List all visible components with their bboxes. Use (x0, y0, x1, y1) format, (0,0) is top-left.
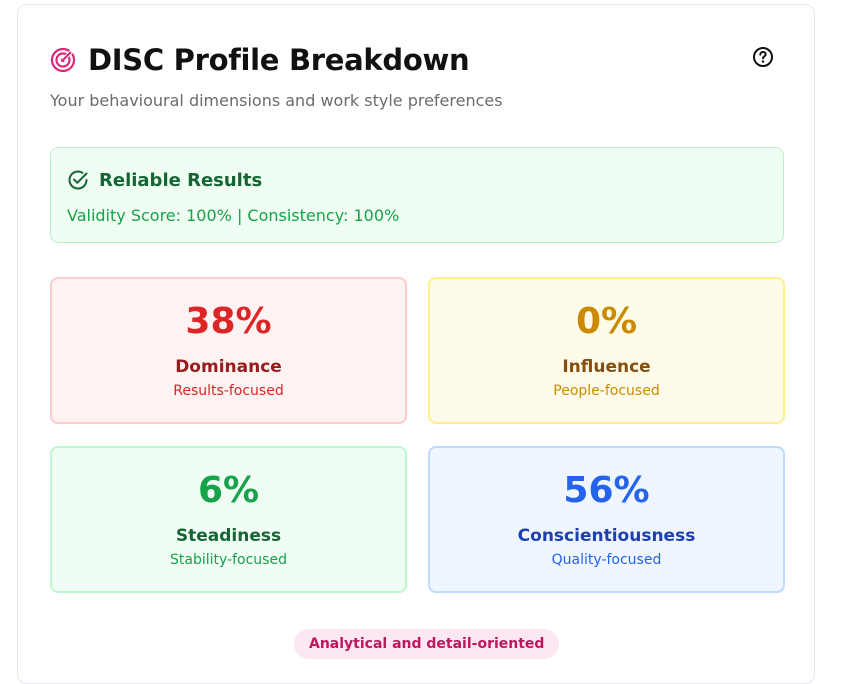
metric-label: Dominance (175, 357, 282, 377)
metric-value: 0% (575, 301, 638, 342)
metric-card-influence: 0% Influence People-focused (428, 277, 785, 424)
metric-card-conscientiousness: 56% Conscientiousness Quality-focused (428, 446, 785, 593)
metric-description: Results-focused (173, 383, 284, 399)
reliability-detail: Validity Score: 100% | Consistency: 100% (67, 206, 400, 225)
metric-label: Conscientiousness (517, 526, 696, 546)
check-circle-icon (67, 169, 89, 191)
metric-card-dominance: 38% Dominance Results-focused (50, 277, 407, 424)
metric-label: Influence (562, 357, 651, 377)
metric-description: Quality-focused (551, 552, 662, 568)
metric-description: Stability-focused (170, 552, 287, 568)
card-header: DISC Profile Breakdown (50, 43, 470, 77)
page-subtitle: Your behavioural dimensions and work sty… (50, 91, 503, 110)
metric-card-steadiness: 6% Steadiness Stability-focused (50, 446, 407, 593)
help-circle-icon (752, 46, 774, 72)
metric-description: People-focused (553, 383, 660, 399)
page-title: DISC Profile Breakdown (88, 43, 470, 77)
disc-profile-card: DISC Profile Breakdown Your behavioural … (17, 4, 815, 684)
metric-label: Steadiness (175, 526, 282, 546)
help-button[interactable] (751, 47, 775, 71)
reliability-title: Reliable Results (99, 169, 263, 191)
target-icon (50, 47, 76, 73)
metric-value: 38% (185, 301, 272, 342)
metric-value: 6% (197, 470, 260, 511)
reliability-banner: Reliable Results Validity Score: 100% | … (50, 147, 784, 243)
metric-value: 56% (563, 470, 650, 511)
trait-badge: Analytical and detail-oriented (294, 629, 560, 659)
reliability-header: Reliable Results (67, 169, 262, 191)
